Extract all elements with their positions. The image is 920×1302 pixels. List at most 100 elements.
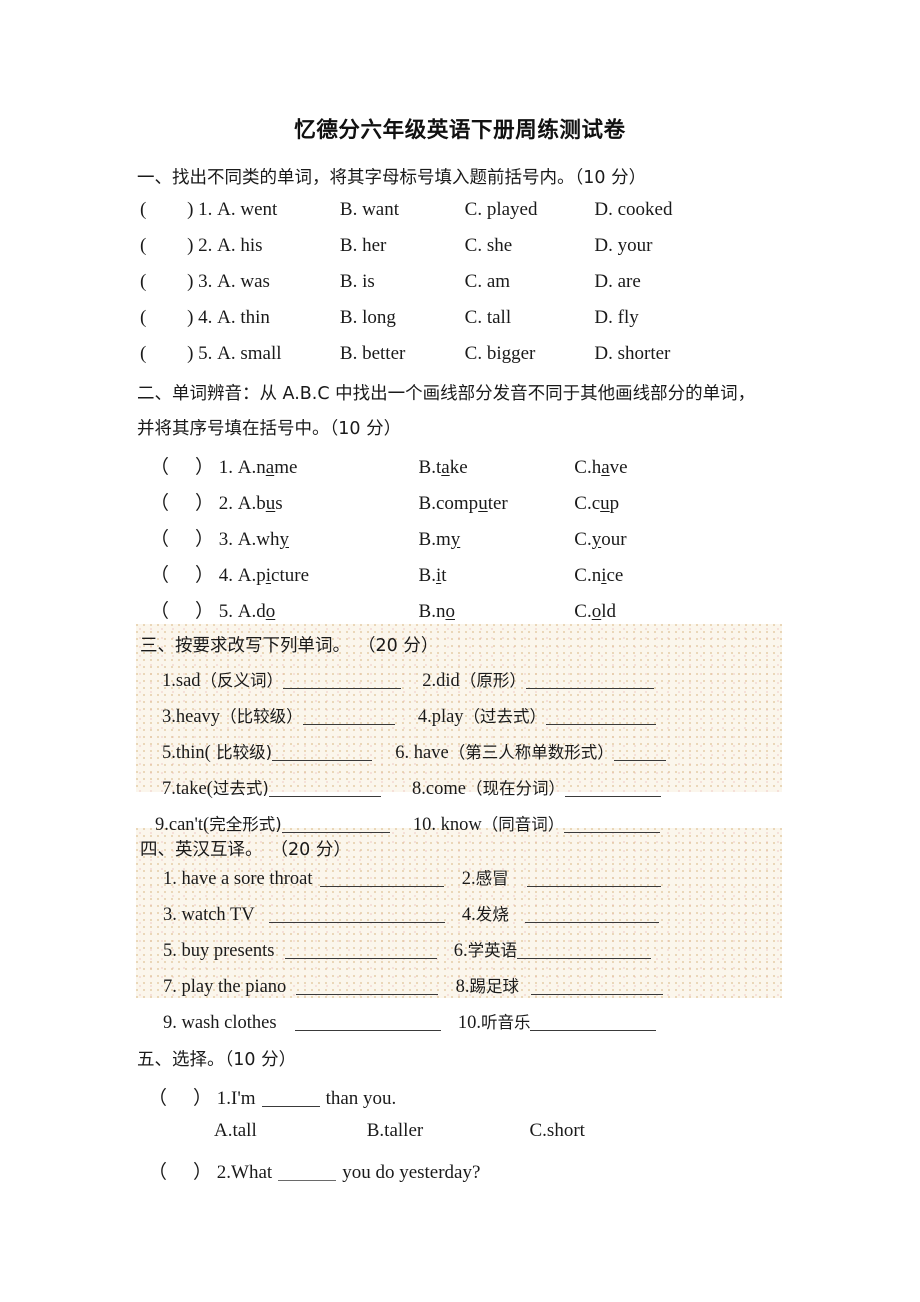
answer-blank-1[interactable] — [320, 886, 445, 887]
answer-paren-open: （ — [148, 1162, 168, 1183]
answer-blank-3[interactable] — [302, 724, 395, 725]
answer-paren-close: ) — [187, 307, 194, 328]
item-number-1: 1. — [163, 869, 177, 889]
option-b[interactable]: B.computer — [419, 493, 570, 515]
option-b-post: ke — [449, 457, 468, 478]
answer-blank-9[interactable] — [281, 832, 390, 833]
answer-blank-9[interactable] — [294, 1030, 441, 1031]
question-stem-post: than you. — [325, 1088, 397, 1109]
option-b[interactable]: B.it — [419, 565, 570, 587]
option-b-underlined: u — [478, 493, 488, 514]
option-a[interactable]: A. thin — [217, 307, 335, 329]
item-word-8: come — [425, 779, 466, 799]
section-1-question-5: ( ) 5. A. small B. better C. bigger D. s… — [140, 343, 670, 365]
answer-blank-5[interactable] — [272, 760, 373, 761]
option-b-pre: comp — [435, 493, 479, 514]
option-b[interactable]: B.no — [419, 601, 570, 623]
option-b-underlined: a — [441, 457, 450, 478]
answer-blank-2[interactable] — [526, 886, 661, 887]
option-a-label: A. — [237, 565, 257, 586]
option-b-label: B. — [418, 529, 436, 550]
option-c[interactable]: C. she — [465, 235, 590, 257]
answer-blank-7[interactable] — [296, 994, 439, 995]
option-a[interactable]: A.name — [238, 457, 414, 479]
answer-blank-5[interactable] — [284, 958, 437, 959]
answer-paren-close: ） — [193, 1162, 213, 1183]
option-c[interactable]: C. played — [465, 199, 590, 221]
option-c-label: C. — [574, 529, 592, 550]
answer-blank-inline[interactable] — [261, 1106, 320, 1107]
answer-paren-close: ) — [187, 199, 194, 220]
option-b[interactable]: B.taller — [367, 1120, 525, 1142]
option-b[interactable]: B. her — [340, 235, 460, 257]
option-c[interactable]: C. am — [465, 271, 590, 293]
option-d[interactable]: D. are — [594, 271, 640, 293]
answer-blank-10[interactable] — [564, 832, 661, 833]
section-2-heading-line-2: 并将其序号填在括号中。（10 分） — [137, 415, 401, 440]
option-c[interactable]: C.old — [574, 601, 616, 623]
answer-blank-4[interactable] — [524, 922, 659, 923]
item-number-1: 1. — [162, 671, 176, 691]
answer-blank-2[interactable] — [525, 688, 654, 689]
answer-blank-8[interactable] — [530, 994, 663, 995]
option-c[interactable]: C.nice — [574, 565, 623, 587]
section-3-score: （20 分） — [358, 636, 439, 656]
section-3-heading: 三、按要求改写下列单词。 （20 分） — [140, 632, 438, 657]
option-c[interactable]: C. bigger — [465, 343, 590, 365]
option-a[interactable]: A.bus — [238, 493, 414, 515]
answer-blank-6[interactable] — [613, 760, 666, 761]
option-a[interactable]: A. was — [217, 271, 335, 293]
option-d[interactable]: D. shorter — [594, 343, 670, 365]
option-d[interactable]: D. cooked — [594, 199, 672, 221]
answer-blank-6[interactable] — [517, 958, 652, 959]
answer-blank-1[interactable] — [283, 688, 402, 689]
item-number-5: 5. — [163, 941, 177, 961]
option-b-label: B. — [418, 493, 436, 514]
question-number: 3. — [218, 529, 234, 550]
option-a[interactable]: A.tall — [214, 1120, 362, 1142]
answer-blank-10[interactable] — [530, 1030, 657, 1031]
item-number-8: 8. — [455, 977, 470, 997]
answer-paren-open: ( — [140, 199, 147, 220]
section-5-question-1-options: A.tall B.taller C.short — [214, 1120, 585, 1142]
option-c[interactable]: C.cup — [574, 493, 619, 515]
option-c[interactable]: C.your — [574, 529, 626, 551]
answer-paren-close: ) — [187, 343, 194, 364]
option-c-underlined: o — [591, 601, 602, 622]
section-2-heading-line-1: 二、单词辨音：从 A.B.C 中找出一个画线部分发音不同于其他画线部分的单词， — [137, 380, 755, 405]
option-b[interactable]: B. is — [340, 271, 460, 293]
option-d[interactable]: D. fly — [594, 307, 638, 329]
option-b[interactable]: B.my — [419, 529, 570, 551]
answer-blank-7[interactable] — [268, 796, 381, 797]
option-b[interactable]: B. better — [340, 343, 460, 365]
answer-paren-close: ) — [187, 235, 194, 256]
option-b[interactable]: B.take — [419, 457, 570, 479]
section-5-question-2: （ ） 2.What you do yesterday? — [148, 1157, 480, 1184]
option-b[interactable]: B. long — [340, 307, 460, 329]
option-a[interactable]: A.picture — [238, 565, 414, 587]
option-c[interactable]: C. tall — [465, 307, 590, 329]
item-text-6: 学英语 — [467, 941, 518, 960]
item-text-9: wash clothes — [176, 1013, 277, 1033]
item-number-4: 4. — [461, 905, 476, 925]
answer-paren-open: （ — [150, 565, 170, 586]
option-c[interactable]: C.have — [574, 457, 627, 479]
answer-blank-8[interactable] — [564, 796, 661, 797]
option-a[interactable]: A. his — [217, 235, 335, 257]
answer-blank-3[interactable] — [268, 922, 445, 923]
answer-paren-open: （ — [150, 493, 170, 514]
option-c[interactable]: C.short — [530, 1120, 585, 1142]
option-a[interactable]: A. small — [217, 343, 335, 365]
option-a[interactable]: A.do — [238, 601, 414, 623]
section-3-item-row-2: 3.heavy（比较级） 4.play（过去式） — [162, 703, 657, 728]
section-3-heading-text: 三、按要求改写下列单词。 — [140, 636, 350, 656]
option-d[interactable]: D. your — [594, 235, 652, 257]
option-a[interactable]: A. went — [217, 199, 335, 221]
answer-blank-inline[interactable] — [278, 1180, 337, 1181]
option-b[interactable]: B. want — [340, 199, 460, 221]
section-1-heading-text: 一、找出不同类的单词，将其字母标号填入题前括号内。 — [137, 168, 575, 188]
item-hint-5: 比较级) — [210, 743, 273, 762]
option-a[interactable]: A.why — [238, 529, 414, 551]
item-word-4: play — [431, 707, 464, 727]
answer-blank-4[interactable] — [546, 724, 657, 725]
